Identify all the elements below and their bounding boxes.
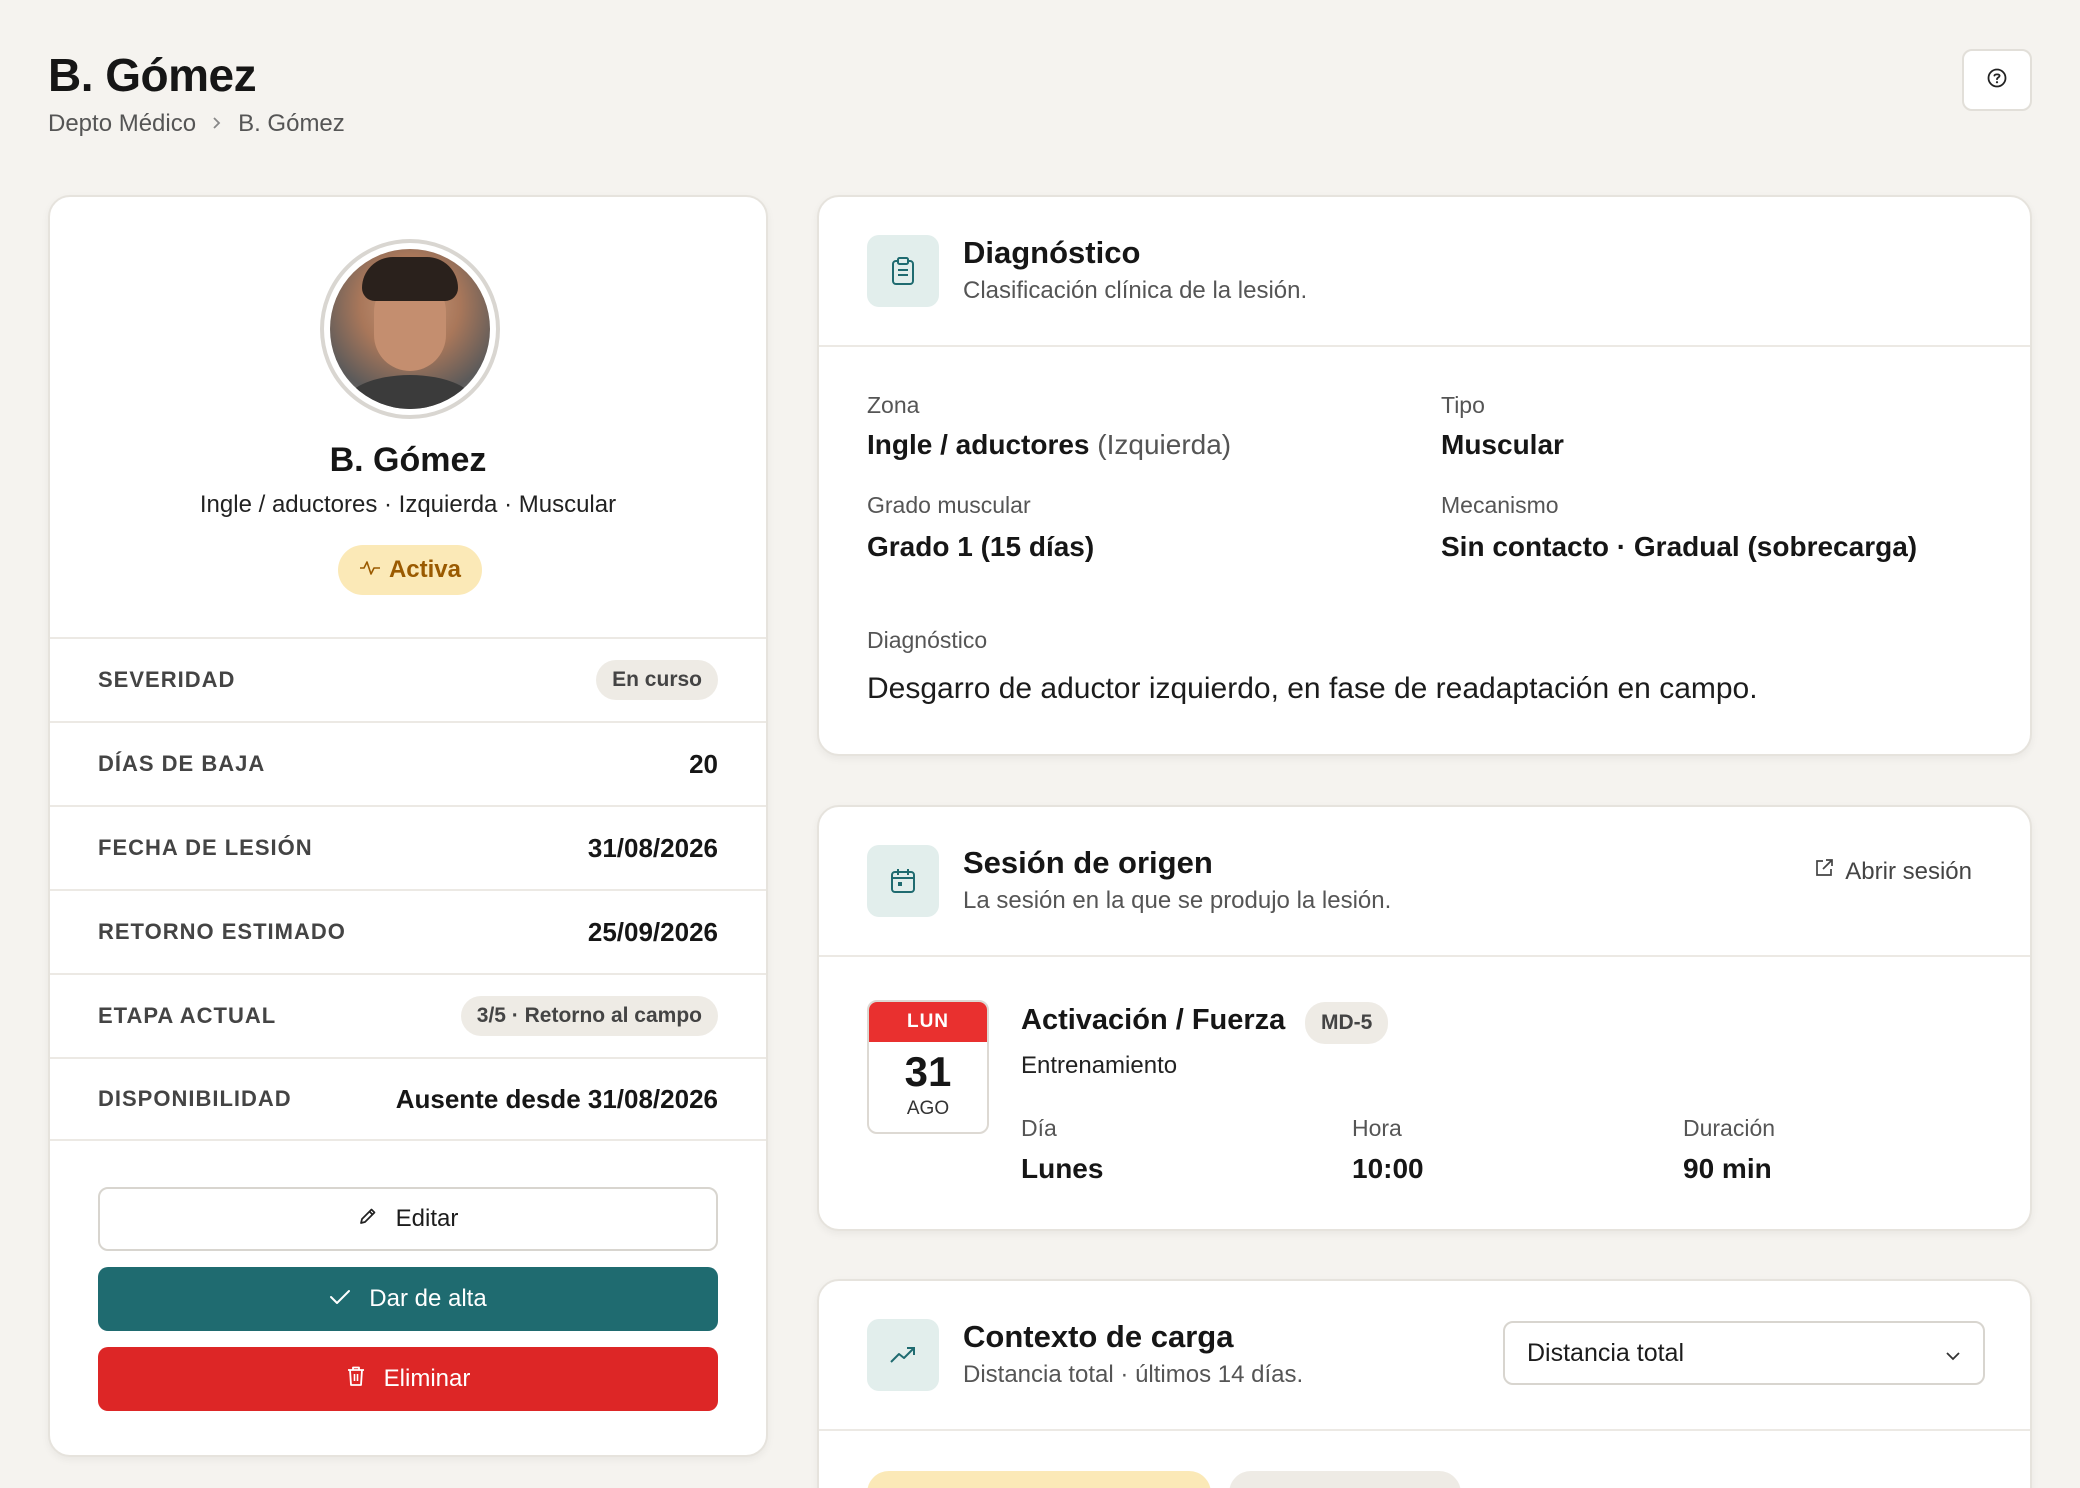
- clipboard-icon: [867, 235, 939, 307]
- info-row-severidad: SEVERIDAD En curso: [50, 637, 766, 721]
- status-badge-label: Activa: [388, 556, 462, 583]
- calendar-month: AGO: [906, 1098, 950, 1119]
- zone-value: Ingle / aductores (Izquierda): [867, 429, 1231, 461]
- session-day-label: Día: [1021, 1115, 1057, 1141]
- load-subtitle: Distancia total · últimos 14 días.: [963, 1361, 1304, 1388]
- info-row-etapa: ETAPA ACTUAL 3/5 · Retorno al campo: [50, 973, 766, 1057]
- session-time-value: 10:00: [1352, 1153, 1424, 1184]
- diagnosis-text: Desgarro de aductor izquierdo, en fase d…: [867, 672, 1758, 705]
- edit-button[interactable]: Editar: [98, 1187, 718, 1251]
- type-label: Tipo: [1441, 392, 1485, 418]
- edit-button-label: Editar: [395, 1205, 459, 1232]
- calendar-weekday: LUN: [869, 1002, 987, 1042]
- help-button[interactable]: [1962, 49, 2032, 111]
- avatar: [320, 239, 500, 419]
- grade-value: Grado 1 (15 días): [867, 531, 1095, 562]
- stage-badge: 3/5 · Retorno al campo: [460, 996, 718, 1036]
- discharge-button[interactable]: Dar de alta: [98, 1267, 718, 1331]
- external-link-icon: [1813, 857, 1835, 886]
- zone-label: Zona: [867, 392, 920, 418]
- open-session-link[interactable]: Abrir sesión: [1813, 857, 1972, 886]
- load-card-header: Contexto de carga Distancia total · últi…: [819, 1281, 2030, 1431]
- pencil-icon: [358, 1205, 378, 1233]
- diagnosis-text-label: Diagnóstico: [867, 627, 988, 653]
- zone-value-text: Ingle / aductores: [867, 429, 1090, 460]
- activity-icon: [359, 556, 381, 584]
- player-profile-card: B. Gómez Ingle / aductores · Izquierda ·…: [48, 195, 768, 1457]
- calendar-day: 31: [904, 1048, 952, 1095]
- info-label: RETORNO ESTIMADO: [98, 919, 346, 944]
- diagnosis-title: Diagnóstico: [963, 235, 1141, 270]
- session-duration-value: 90 min: [1683, 1153, 1772, 1184]
- chevron-down-icon: [1945, 1339, 1961, 1368]
- info-row-disponibilidad: DISPONIBILIDAD Ausente desde 31/08/2026: [50, 1057, 766, 1141]
- session-duration-label: Duración: [1683, 1115, 1776, 1141]
- session-day-value: Lunes: [1021, 1153, 1104, 1184]
- summary-chip: [1229, 1471, 1461, 1488]
- load-title: Contexto de carga: [963, 1319, 1234, 1354]
- delete-button[interactable]: Eliminar: [98, 1347, 718, 1411]
- info-row-dias-baja: DÍAS DE BAJA 20: [50, 721, 766, 805]
- injury-info-list: SEVERIDAD En curso DÍAS DE BAJA 20 FECHA…: [50, 637, 766, 1141]
- load-context-card: Contexto de carga Distancia total · últi…: [817, 1279, 2032, 1488]
- info-row-retorno: RETORNO ESTIMADO 25/09/2026: [50, 889, 766, 973]
- diagnosis-subtitle: Clasificación clínica de la lesión.: [963, 277, 1308, 304]
- zone-side: (Izquierda): [1097, 429, 1232, 460]
- profile-name: B. Gómez: [329, 441, 487, 479]
- info-label: ETAPA ACTUAL: [98, 1003, 277, 1028]
- origin-session-card: Sesión de origen La sesión en la que se …: [817, 805, 2032, 1231]
- info-value: Ausente desde 31/08/2026: [395, 1083, 718, 1114]
- help-circle-icon: [1986, 67, 2008, 94]
- info-row-fecha-lesion: FECHA DE LESIÓN 31/08/2026: [50, 805, 766, 889]
- mechanism-value: Sin contacto · Gradual (sobrecarga): [1441, 531, 1918, 562]
- profile-actions: Editar Dar de alta Eliminar: [98, 1187, 718, 1427]
- info-value: 20: [689, 748, 718, 779]
- session-subtitle: La sesión en la que se produjo la lesión…: [963, 887, 1392, 914]
- breadcrumb-item-current: B. Gómez: [238, 110, 345, 137]
- grade-label: Grado muscular: [867, 492, 1031, 518]
- breadcrumb: Depto Médico B. Gómez: [48, 110, 345, 138]
- session-date-calendar: LUN 31 AGO: [867, 1000, 989, 1134]
- info-label: SEVERIDAD: [98, 667, 236, 692]
- breadcrumb-item-depto[interactable]: Depto Médico: [48, 110, 196, 138]
- load-summary-chips: [867, 1471, 1461, 1488]
- trending-up-icon: [867, 1319, 939, 1391]
- info-value: 31/08/2026: [587, 832, 718, 863]
- delete-button-label: Eliminar: [383, 1365, 471, 1392]
- session-title: Sesión de origen: [963, 845, 1213, 880]
- mechanism-label: Mecanismo: [1441, 492, 1559, 518]
- info-label: FECHA DE LESIÓN: [98, 835, 313, 860]
- info-label: DÍAS DE BAJA: [98, 751, 266, 776]
- info-label: DISPONIBILIDAD: [98, 1086, 292, 1111]
- player-photo: [330, 249, 490, 409]
- session-card-header: Sesión de origen La sesión en la que se …: [819, 807, 2030, 957]
- discharge-button-label: Dar de alta: [369, 1285, 487, 1312]
- open-session-label: Abrir sesión: [1845, 857, 1972, 885]
- trash-icon: [346, 1365, 366, 1394]
- calendar-icon: [867, 845, 939, 917]
- diagnosis-card: Diagnóstico Clasificación clínica de la …: [817, 195, 2032, 756]
- diagnosis-card-header: Diagnóstico Clasificación clínica de la …: [819, 197, 2030, 347]
- page-title: B. Gómez: [48, 49, 257, 101]
- type-value: Muscular: [1441, 429, 1564, 460]
- info-value: 25/09/2026: [587, 916, 718, 947]
- session-time-label: Hora: [1352, 1115, 1402, 1141]
- session-tag: MD-5: [1305, 1002, 1389, 1044]
- acwr-chip: [867, 1471, 1211, 1488]
- status-badge: Activa: [338, 545, 482, 595]
- severity-badge: En curso: [596, 660, 718, 700]
- metric-select[interactable]: Distancia total: [1503, 1321, 1985, 1385]
- check-icon: [329, 1285, 351, 1313]
- chevron-right-icon: [210, 113, 224, 136]
- session-name: Activación / Fuerza: [1021, 1004, 1286, 1036]
- metric-select-value: Distancia total: [1527, 1338, 1685, 1367]
- session-type: Entrenamiento: [1021, 1052, 1178, 1079]
- profile-injury-summary: Ingle / aductores · Izquierda · Muscular: [199, 491, 617, 518]
